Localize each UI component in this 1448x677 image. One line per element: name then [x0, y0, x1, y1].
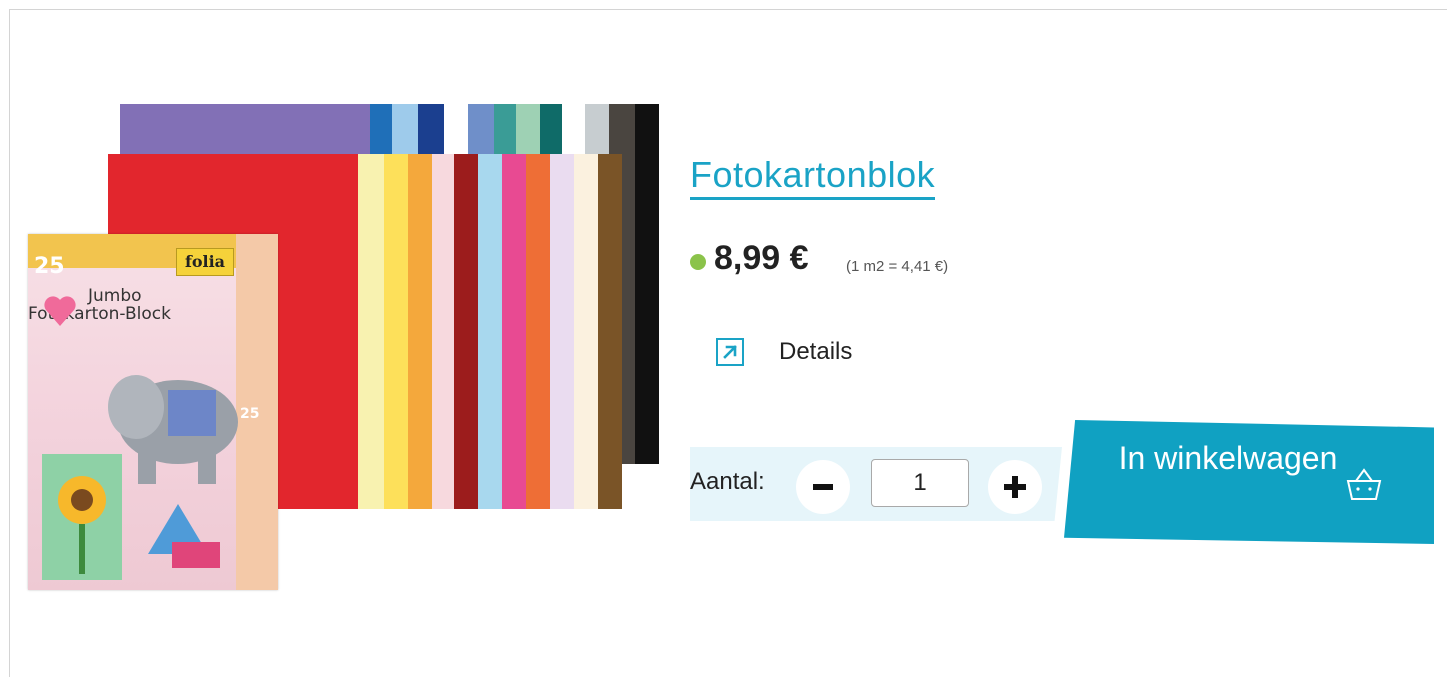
paper-sheet: [526, 154, 550, 509]
paper-sheet: [454, 154, 478, 509]
paper-sheet: [432, 154, 454, 509]
paper-sheet: [635, 104, 659, 464]
product-price: 8,99 €: [714, 239, 809, 277]
paper-sheet: [384, 154, 408, 509]
product-title-link[interactable]: Fotokartonblok: [690, 154, 936, 200]
stock-status-dot: [690, 254, 706, 270]
decrease-quantity-button[interactable]: [796, 460, 850, 514]
quantity-input[interactable]: [871, 459, 969, 507]
paper-sheet: [478, 154, 502, 509]
paper-sheet: [574, 154, 598, 509]
quantity-label: Aantal:: [690, 468, 765, 495]
paper-sheet: [408, 154, 432, 509]
boxes-illustration: [148, 504, 220, 568]
pack-cover: 25 folia Jumbo Fotokarton-Block 25: [28, 234, 278, 590]
minus-icon: [813, 484, 833, 490]
brand-logo: folia: [176, 248, 234, 276]
pack-number: 25: [34, 254, 65, 279]
details-link[interactable]: Details: [779, 338, 852, 366]
sunflower-card-illustration: [42, 454, 122, 580]
product-image[interactable]: 25 folia Jumbo Fotokarton-Block 25: [25, 102, 665, 592]
unit-price: (1 m2 = 4,41 €): [846, 258, 949, 275]
basket-icon[interactable]: [1343, 465, 1385, 505]
paper-sheet: [550, 154, 574, 509]
plus-icon: [1004, 476, 1026, 498]
add-to-cart-label[interactable]: In winkelwagen: [1108, 440, 1348, 476]
paper-sheet: [598, 154, 622, 509]
arrow-up-right-icon[interactable]: [716, 338, 744, 366]
paper-sheet: [502, 154, 526, 509]
heart-icon: [44, 296, 76, 326]
pack-title-line1: Jumbo: [88, 286, 142, 306]
paper-sheet: [358, 154, 384, 509]
increase-quantity-button[interactable]: [988, 460, 1042, 514]
